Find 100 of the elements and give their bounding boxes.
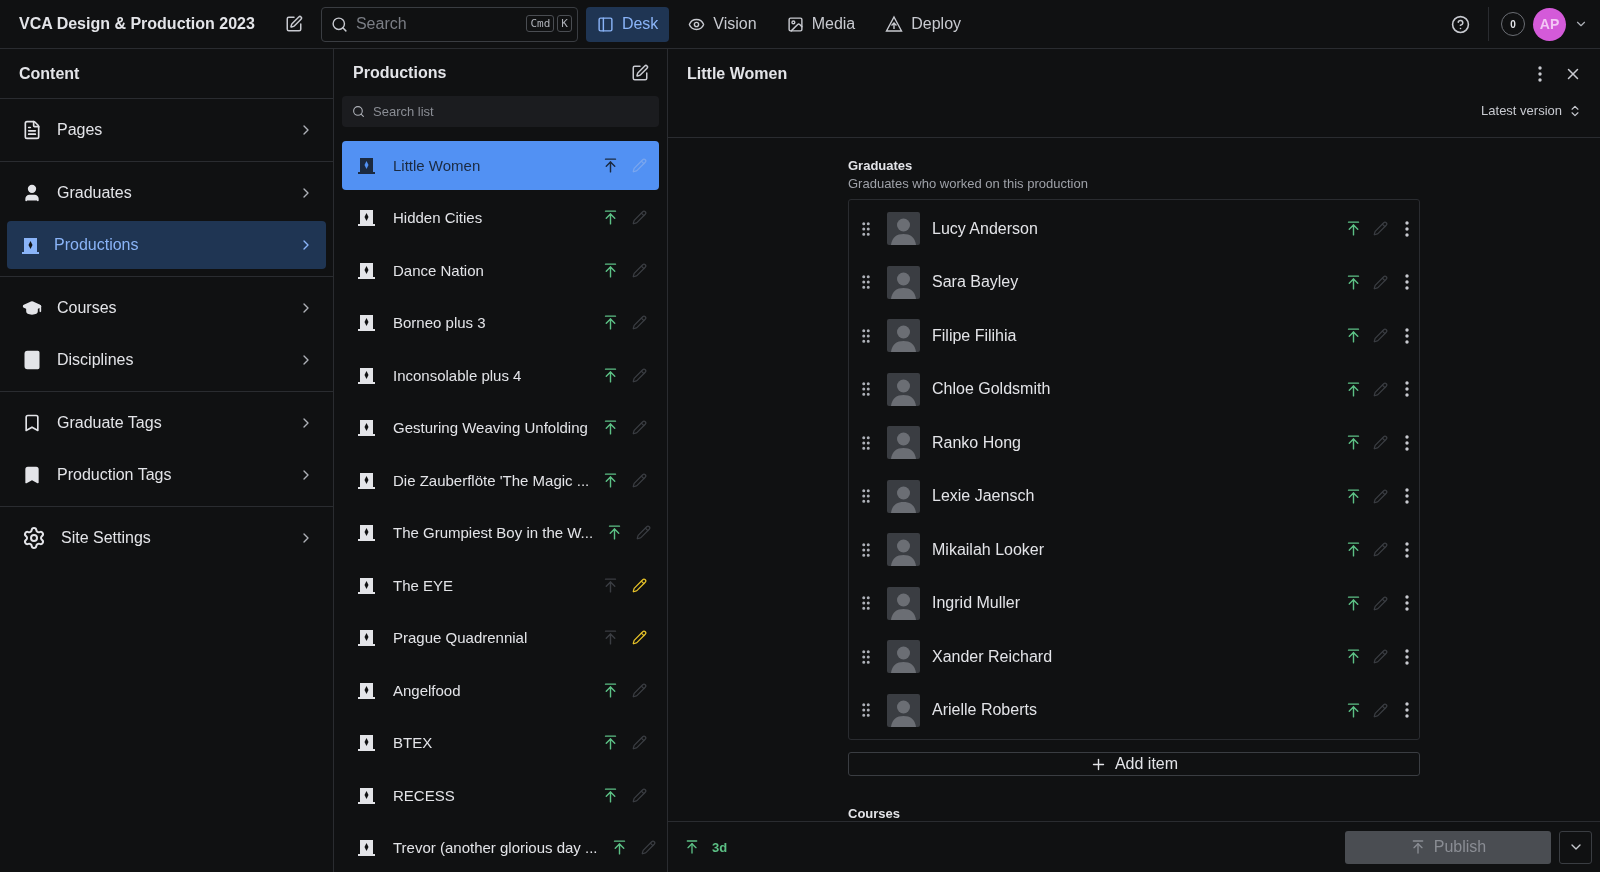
graduate-name[interactable]: Mikailah Looker: [932, 540, 1337, 559]
sidebar-item[interactable]: Graduates: [7, 169, 326, 217]
production-icon: [358, 734, 375, 752]
publish-status: 3d: [712, 839, 728, 855]
more-icon: [1405, 595, 1409, 612]
production-item[interactable]: Die Zauberflöte 'The Magic ...: [342, 456, 659, 505]
book-icon: [22, 350, 42, 370]
more-icon: [1405, 381, 1409, 398]
document-title: Little Women: [687, 64, 788, 83]
edit-icon: [284, 15, 303, 33]
graduate-name[interactable]: Xander Reichard: [932, 647, 1337, 666]
avatar-placeholder: [887, 533, 920, 567]
sidebar-item[interactable]: Courses: [7, 284, 326, 332]
sidebar-item[interactable]: Pages: [7, 106, 326, 154]
sidebar-item[interactable]: Disciplines: [7, 336, 326, 384]
avatar-placeholder: [887, 212, 920, 246]
production-icon: [358, 786, 375, 804]
more-icon: [1405, 541, 1409, 558]
graduate-name[interactable]: Lucy Anderson: [932, 219, 1337, 238]
graduate-name[interactable]: Ranko Hong: [932, 433, 1337, 452]
graduate-name[interactable]: Ingrid Muller: [932, 594, 1337, 613]
production-icon: [358, 156, 375, 174]
shortcut-key: Cmd: [526, 14, 555, 32]
more-icon: [1538, 65, 1542, 82]
avatar-placeholder: [887, 372, 920, 406]
field-label: Graduates: [848, 158, 914, 173]
avatar-placeholder: [887, 319, 920, 353]
tool-tab[interactable]: Media: [775, 6, 867, 42]
pane-title: Content: [19, 64, 80, 83]
field-label: Courses: [848, 806, 902, 821]
more-icon: [1405, 488, 1409, 505]
avatar-placeholder: [887, 479, 920, 513]
production-item[interactable]: Inconsolable plus 4: [342, 351, 659, 400]
production-item[interactable]: RECESS: [342, 771, 659, 820]
settings-icon: [22, 526, 46, 550]
image-icon: [786, 15, 804, 33]
production-icon: [358, 524, 375, 542]
sidebar-item[interactable]: Site Settings: [7, 514, 326, 562]
production-icon: [358, 209, 375, 227]
bookmark-icon: [22, 465, 42, 485]
production-icon: [358, 576, 375, 594]
graduate-name[interactable]: Arielle Roberts: [932, 701, 1337, 720]
document-icon: [22, 120, 42, 140]
pane-title: Productions: [353, 63, 447, 82]
production-item[interactable]: Borneo plus 3: [342, 298, 659, 347]
triangle-arrow-icon: [885, 15, 904, 33]
bookmark-icon: [22, 413, 42, 433]
search-icon: [330, 15, 348, 33]
production-icon: [358, 681, 375, 699]
production-item[interactable]: Trevor (another glorious day ...: [342, 823, 659, 872]
avatar-placeholder: [887, 640, 920, 674]
production-item[interactable]: BTEX: [342, 718, 659, 767]
avatar-placeholder: [887, 693, 920, 727]
graduate-name[interactable]: Lexie Jaensch: [932, 487, 1337, 506]
production-item[interactable]: Dance Nation: [342, 246, 659, 295]
sidebar-item[interactable]: Productions: [7, 221, 326, 269]
shortcut-key: K: [557, 14, 572, 32]
tool-tab[interactable]: Desk: [585, 6, 670, 42]
tool-tab[interactable]: Vision: [677, 6, 768, 42]
edit-icon: [631, 63, 649, 82]
avatar-placeholder: [887, 426, 920, 460]
production-icon: [358, 366, 375, 384]
more-icon: [1405, 220, 1409, 237]
help-icon: [1451, 14, 1470, 34]
production-item[interactable]: Hidden Cities: [342, 193, 659, 242]
production-icon: [22, 236, 39, 254]
production-item[interactable]: Prague Quadrennial: [342, 613, 659, 662]
production-icon: [358, 471, 375, 489]
production-item[interactable]: The Grumpiest Boy in the W...: [342, 508, 659, 557]
more-icon: [1405, 434, 1409, 451]
graduation-cap-icon: [22, 298, 42, 318]
production-item[interactable]: The EYE: [342, 561, 659, 610]
more-icon: [1405, 274, 1409, 291]
production-item[interactable]: Little Women: [342, 141, 659, 190]
add-item-button[interactable]: Add item: [848, 752, 1420, 776]
more-icon: [1405, 327, 1409, 344]
production-icon: [358, 629, 375, 647]
publish-arrow-icon: [684, 839, 700, 855]
field-description: Graduates who worked on this production: [848, 176, 1089, 191]
production-item[interactable]: Angelfood: [342, 666, 659, 715]
version-selector[interactable]: Latest version: [1475, 102, 1588, 119]
graduate-name[interactable]: Filipe Filihia: [932, 326, 1337, 345]
tool-tab[interactable]: Deploy: [874, 6, 973, 42]
more-icon: [1405, 648, 1409, 665]
search-icon: [352, 105, 365, 119]
workspace-title: VCA Design & Production 2023: [19, 15, 255, 33]
list-search-field[interactable]: Search list: [342, 96, 659, 127]
graduate-name[interactable]: Sara Bayley: [932, 273, 1337, 292]
publish-menu-button[interactable]: [1559, 830, 1592, 864]
person-icon: [22, 183, 42, 203]
avatar-placeholder: [887, 586, 920, 620]
sidebar-item[interactable]: Production Tags: [7, 451, 326, 499]
sidebar-item[interactable]: Graduate Tags: [7, 399, 326, 447]
graduate-name[interactable]: Chloe Goldsmith: [932, 380, 1337, 399]
production-icon: [358, 314, 375, 332]
production-item[interactable]: Gesturing Weaving Unfolding: [342, 403, 659, 452]
avatar-placeholder: [887, 265, 920, 299]
production-icon: [358, 839, 375, 857]
production-icon: [358, 261, 375, 279]
production-icon: [358, 419, 375, 437]
